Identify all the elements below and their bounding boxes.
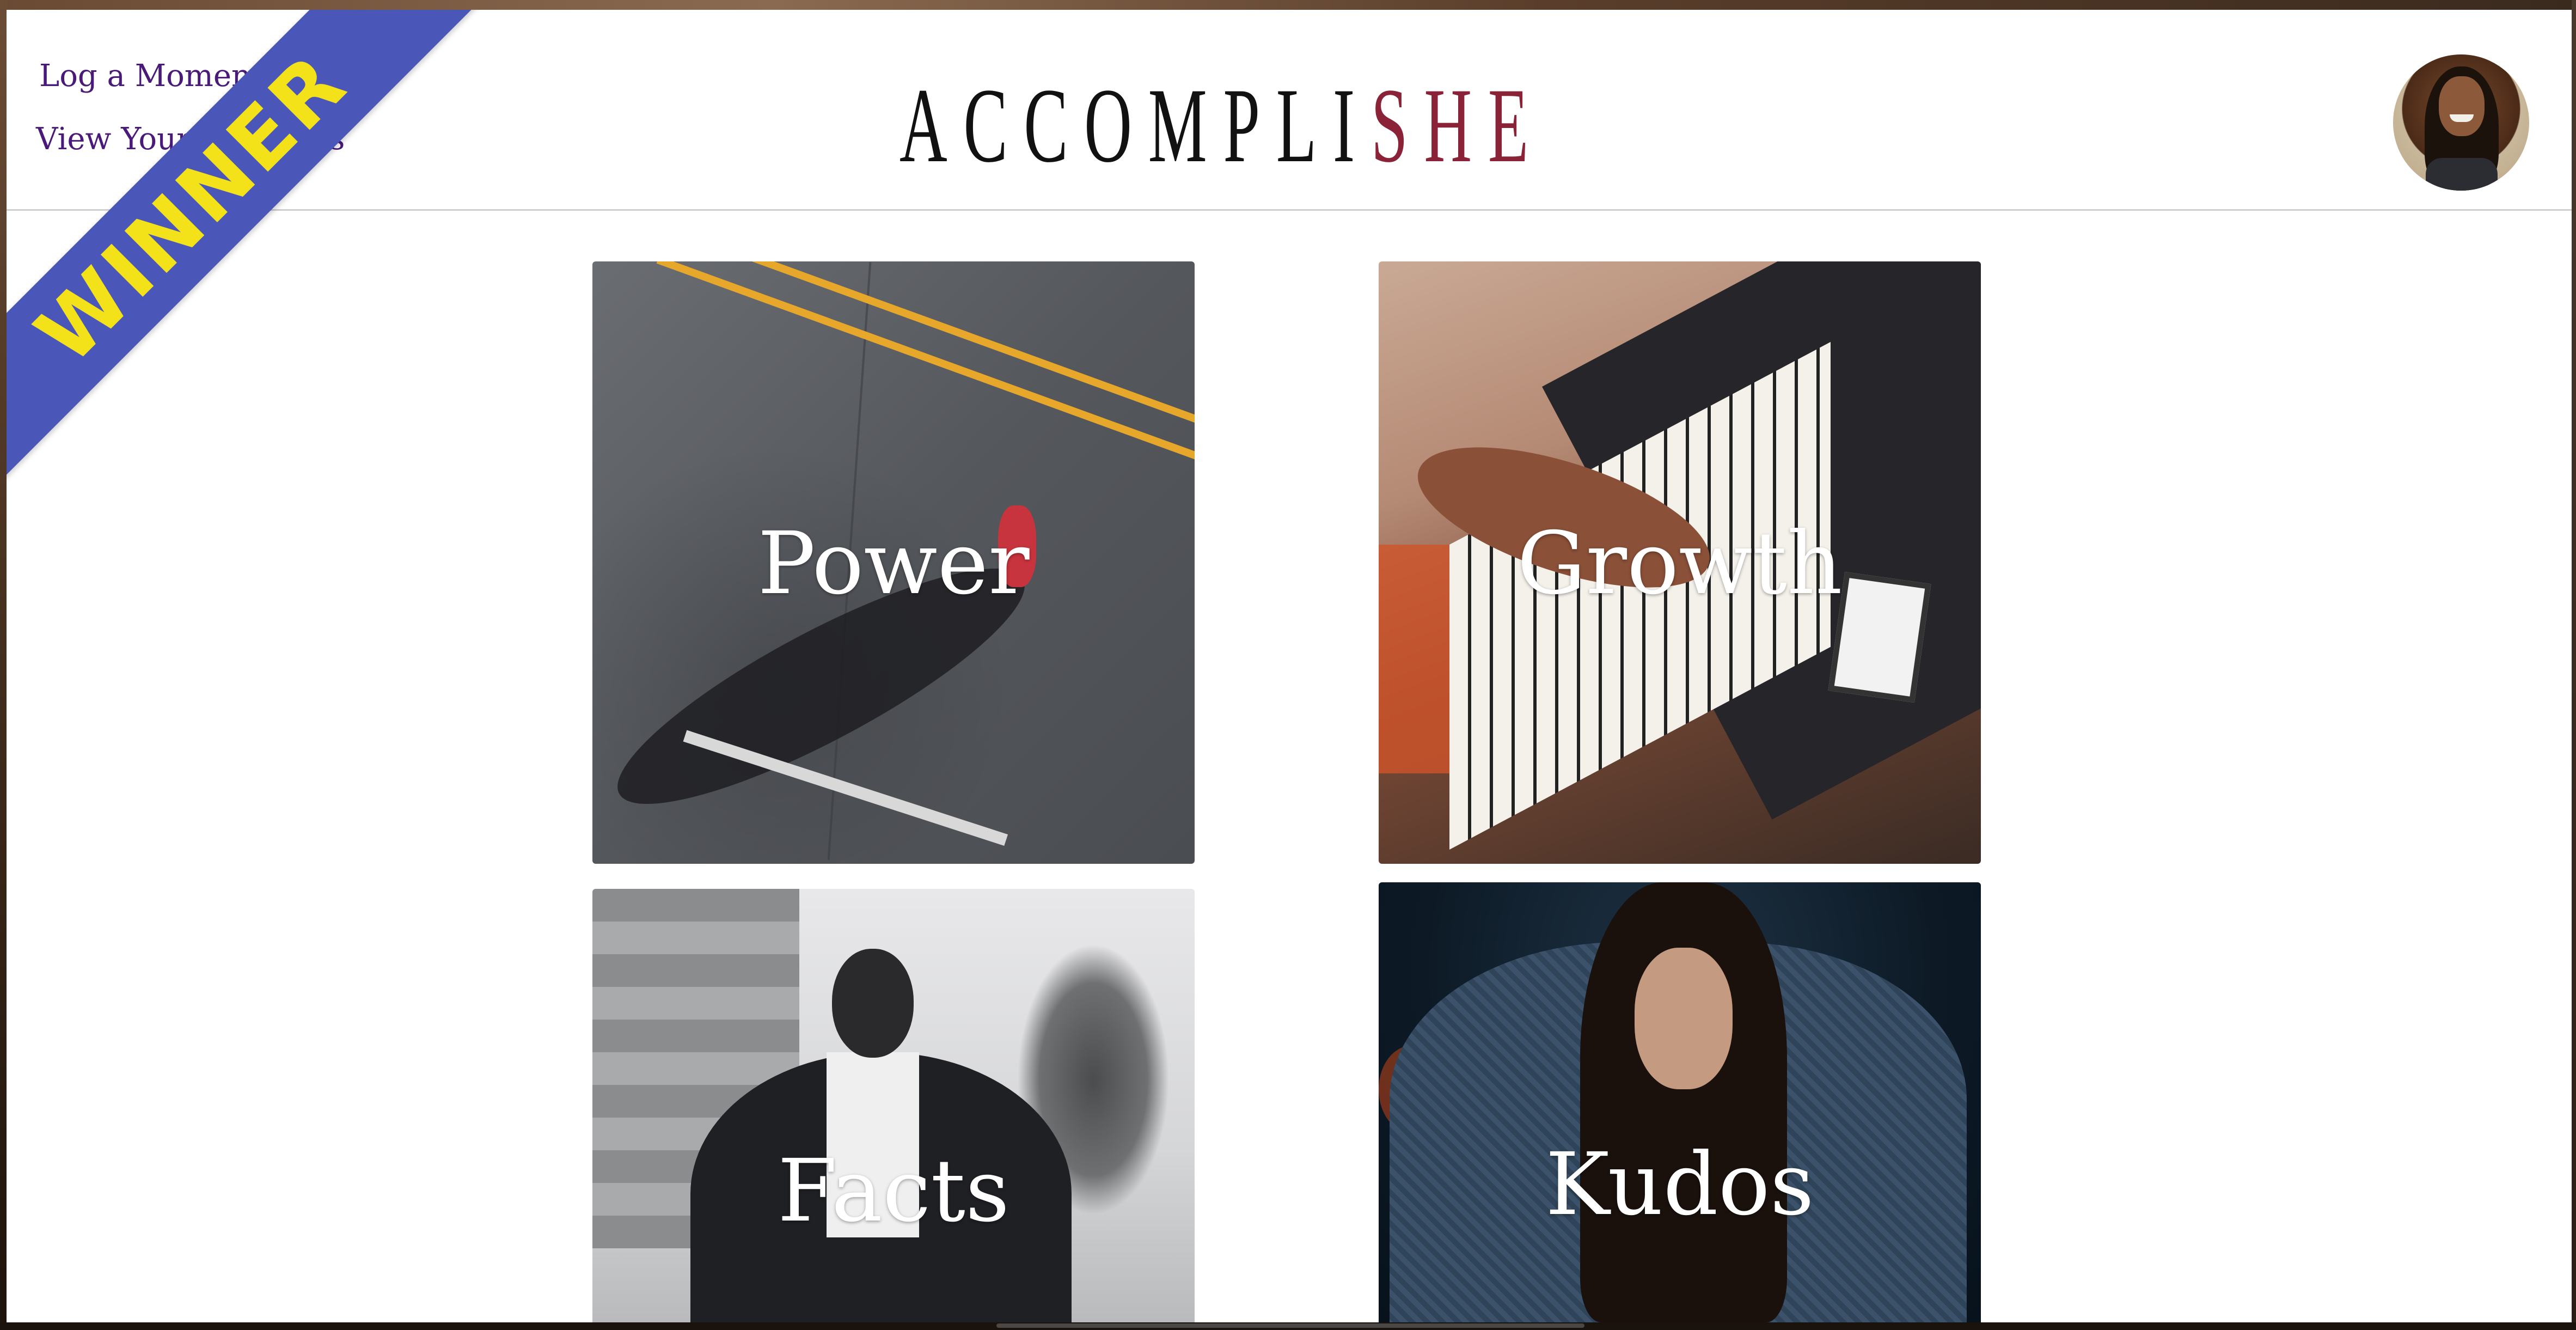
- tile-kudos-face: [1635, 948, 1733, 1089]
- avatar-shirt: [2426, 158, 2498, 191]
- page: Log a Moment View Your Moments ACCOMPLIS…: [7, 10, 2572, 1322]
- avatar[interactable]: [2393, 54, 2529, 191]
- tile-power-white-line: [683, 730, 1008, 846]
- tile-label: Growth: [1517, 514, 1843, 614]
- tile-power[interactable]: Power: [592, 261, 1195, 864]
- log-moment-link[interactable]: Log a Moment: [39, 60, 345, 93]
- logo-text-main: ACCOMPLI: [900, 66, 1372, 185]
- logo[interactable]: ACCOMPLISHE: [900, 72, 1545, 179]
- tile-facts-head: [832, 949, 914, 1058]
- tile-kudos[interactable]: Kudos: [1379, 882, 1981, 1322]
- nav-links: Log a Moment View Your Moments: [36, 60, 345, 186]
- view-moments-link[interactable]: View Your Moments: [36, 123, 345, 156]
- tile-power-yellow-line: [656, 261, 1195, 487]
- header: Log a Moment View Your Moments ACCOMPLIS…: [7, 10, 2572, 211]
- logo-text-accent: SHE: [1371, 66, 1545, 185]
- avatar-face: [2439, 76, 2485, 136]
- tile-facts[interactable]: Facts: [592, 889, 1195, 1322]
- tile-growth[interactable]: Growth: [1379, 261, 1981, 864]
- tile-label: Facts: [777, 1141, 1010, 1241]
- scroll-handle[interactable]: [996, 1323, 1584, 1328]
- background-top: [0, 0, 2576, 10]
- tile-label: Power: [757, 514, 1030, 614]
- tile-label: Kudos: [1545, 1134, 1814, 1235]
- background-right: [2572, 0, 2576, 1330]
- background-bottom: [0, 1322, 2576, 1330]
